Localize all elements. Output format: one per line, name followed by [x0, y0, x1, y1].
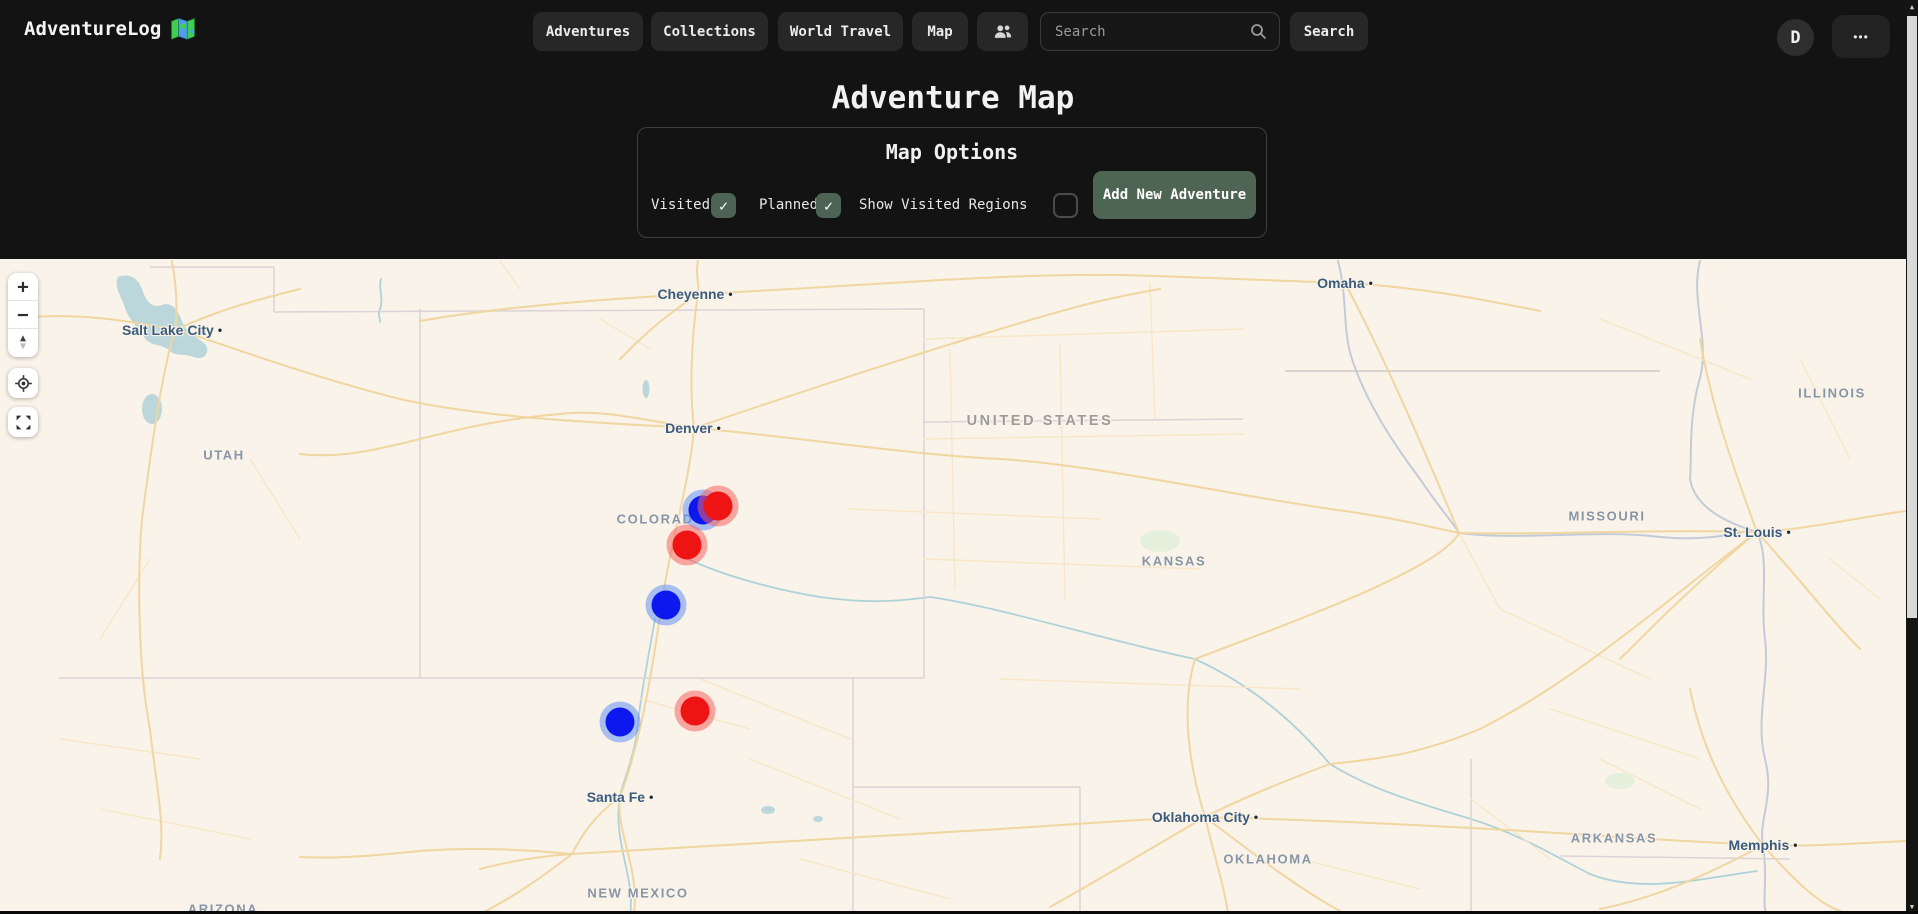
- city-label-omaha: Omaha•: [1317, 275, 1373, 291]
- city-dot: •: [1793, 838, 1797, 852]
- city-dot: •: [649, 790, 653, 804]
- map-minor-roads: [60, 261, 1880, 899]
- city-dot: •: [218, 323, 222, 337]
- adventure-marker-visited[interactable]: [681, 697, 710, 726]
- state-label-arkansas: ARKANSAS: [1571, 831, 1657, 846]
- map-rivers: [379, 279, 1757, 911]
- page-title: Adventure Map: [0, 80, 1906, 116]
- planned-checkbox[interactable]: [816, 193, 841, 218]
- city-label-denver: Denver•: [665, 420, 721, 436]
- app-logo[interactable]: AdventureLog: [24, 17, 196, 40]
- nav-adventures-button[interactable]: Adventures: [533, 12, 643, 51]
- show-visited-regions-label: Show Visited Regions: [859, 193, 1028, 218]
- page-scrollbar[interactable]: ▲ ▼: [1906, 0, 1918, 914]
- city-dot: •: [1254, 810, 1258, 824]
- fullscreen-button[interactable]: [8, 407, 38, 437]
- map-emoji-icon: [170, 17, 196, 40]
- state-label-oklahoma: OKLAHOMA: [1223, 852, 1312, 867]
- users-icon: [993, 24, 1013, 39]
- state-label-missouri: MISSOURI: [1568, 509, 1645, 524]
- adventure-map[interactable]: UTAHCOLORADOKANSASMISSOURIILLINOISOKLAHO…: [0, 259, 1906, 911]
- more-menu-button[interactable]: •••: [1832, 15, 1890, 58]
- add-new-adventure-button[interactable]: Add New Adventure: [1093, 171, 1256, 219]
- zoom-in-button[interactable]: +: [8, 273, 38, 301]
- city-label-memphis: Memphis•: [1729, 837, 1798, 853]
- map-parks: [1140, 530, 1635, 789]
- adventure-marker-visited[interactable]: [673, 531, 702, 560]
- adventure-marker-planned[interactable]: [652, 591, 681, 620]
- city-label-oklahoma-city: Oklahoma City•: [1152, 809, 1258, 825]
- city-label-st-louis: St. Louis•: [1723, 524, 1790, 540]
- planned-toggle-label: Planned: [759, 193, 818, 218]
- state-label-kansas: KANSAS: [1142, 554, 1207, 569]
- nav-world-travel-button[interactable]: World Travel: [778, 12, 903, 51]
- city-dot: •: [1369, 276, 1373, 290]
- map-base-layer: [0, 259, 1906, 911]
- zoom-out-button[interactable]: −: [8, 301, 38, 329]
- visited-checkbox[interactable]: [711, 193, 736, 218]
- scrollbar-thumb[interactable]: [1907, 16, 1917, 618]
- geolocate-button[interactable]: [8, 368, 38, 398]
- show-visited-regions-checkbox[interactable]: [1053, 193, 1078, 218]
- map-state-borders: [59, 267, 1790, 911]
- users-button[interactable]: [977, 12, 1028, 51]
- search-input[interactable]: [1040, 12, 1280, 51]
- visited-toggle-label: Visited: [651, 193, 710, 218]
- fullscreen-icon: [15, 414, 32, 431]
- city-label-salt-lake-city: Salt Lake City•: [122, 322, 222, 338]
- state-label-illinois: ILLINOIS: [1798, 386, 1866, 401]
- city-label-santa-fe: Santa Fe•: [587, 789, 654, 805]
- map-zoom-controls: + − ▲▼: [8, 273, 38, 357]
- country-label-united-states: UNITED STATES: [967, 413, 1114, 429]
- compass-icon: ▲▼: [20, 335, 26, 351]
- city-dot: •: [717, 421, 721, 435]
- compass-button[interactable]: ▲▼: [8, 329, 38, 357]
- city-dot: •: [1786, 525, 1790, 539]
- app-title: AdventureLog: [24, 18, 161, 40]
- adventurelog-app: AdventureLog Adventures Collections Worl…: [0, 0, 1918, 914]
- geolocate-icon: [14, 374, 33, 393]
- scrollbar-up-arrow[interactable]: ▲: [1906, 3, 1918, 11]
- state-label-utah: UTAH: [203, 448, 245, 463]
- state-label-arizona: ARIZONA: [188, 902, 258, 912]
- search-button[interactable]: Search: [1290, 12, 1368, 51]
- nav-map-button[interactable]: Map: [912, 12, 968, 51]
- adventure-marker-visited[interactable]: [704, 492, 733, 521]
- search-icon: [1250, 23, 1267, 40]
- adventure-marker-planned[interactable]: [606, 708, 635, 737]
- map-options-title: Map Options: [638, 140, 1266, 164]
- state-label-new-mexico: NEW MEXICO: [587, 886, 688, 901]
- city-label-cheyenne: Cheyenne•: [657, 286, 732, 302]
- scrollbar-down-arrow[interactable]: ▼: [1906, 903, 1918, 911]
- avatar[interactable]: D: [1777, 19, 1814, 56]
- map-lakes: [117, 276, 823, 823]
- map-roads: [30, 261, 1906, 911]
- map-options-card: Map Options Visited Planned Show Visited…: [637, 127, 1267, 238]
- city-dot: •: [728, 287, 732, 301]
- nav-collections-button[interactable]: Collections: [651, 12, 768, 51]
